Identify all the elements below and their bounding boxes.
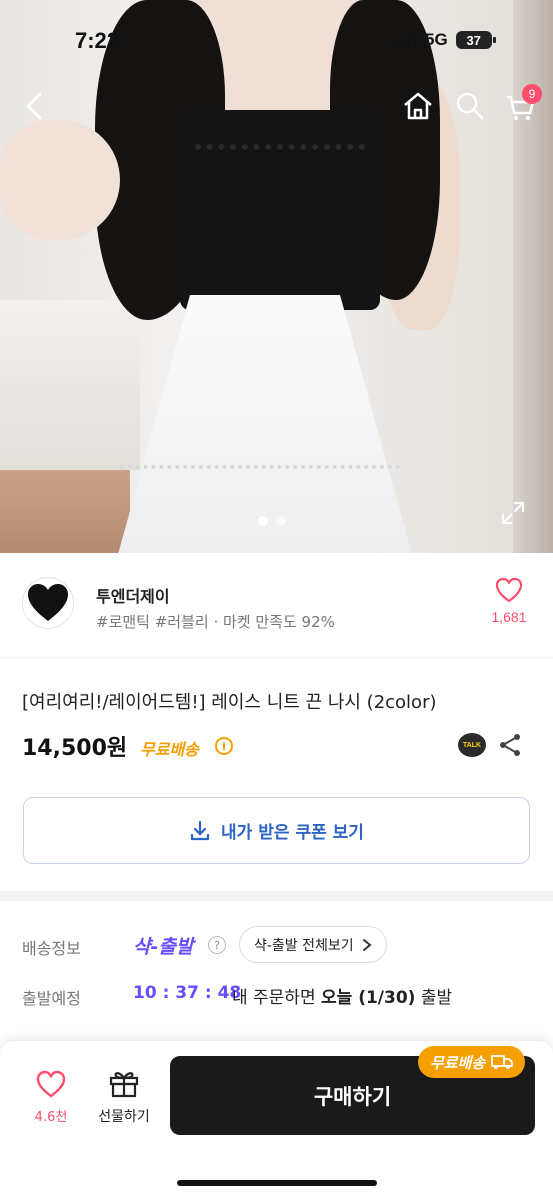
buy-label: 구매하기 [313,1084,392,1109]
section-divider [0,891,553,901]
battery-level: 37 [466,32,481,48]
heart-logo-icon [28,584,68,621]
image-arm [0,120,120,240]
departure-suffix: 출발 [415,988,453,1008]
departure-prefix: 내 주문하면 [232,988,322,1008]
heart-outline-icon [495,577,523,603]
info-icon[interactable]: i [215,737,233,755]
pagination-dot[interactable] [258,516,268,526]
image-ruffle [120,465,400,495]
free-shipping-label: 무료배송 [140,740,199,759]
cart-button[interactable]: 9 [502,84,542,126]
free-shipping-badge-label: 무료배송 [430,1053,486,1072]
heart-outline-icon [36,1070,66,1098]
seller-like-count: 1,681 [491,609,527,625]
truck-icon [491,1055,514,1069]
signal-icon [395,32,417,48]
kakao-talk-button[interactable]: TALK [458,733,486,757]
shipping-label: 배송정보 [22,939,81,958]
product-image[interactable] [0,0,553,553]
image-lace [195,110,365,150]
network-label: 5G [425,30,448,49]
wishlist-count: 4.6천 [34,1110,68,1125]
home-indicator [177,1180,377,1186]
gallery-pagination [258,516,286,526]
cart-count-badge: 9 [522,84,542,104]
product-price: 14,500원 [22,736,128,761]
chevron-left-icon [26,92,42,120]
talk-label: TALK [462,741,482,749]
departure-label: 출발예정 [22,989,81,1008]
pagination-dot[interactable] [276,516,286,526]
seller-logo[interactable] [22,577,74,629]
expand-button[interactable] [500,500,526,530]
battery-icon: 37 [455,31,496,49]
gift-button[interactable]: 선물하기 [90,1068,158,1126]
share-icon [500,734,520,756]
search-button[interactable] [452,88,488,124]
shipping-view-all-label: 샥-출발 전체보기 [254,937,354,954]
coupon-label: 내가 받은 쿠폰 보기 [221,823,364,843]
help-icon[interactable]: ? [208,936,226,954]
share-button[interactable] [498,733,522,761]
back-button[interactable] [16,88,52,124]
chevron-right-icon [362,938,372,951]
wishlist-button[interactable]: 4.6천 [26,1070,76,1125]
status-icons: 5G 37 [395,30,496,50]
departure-day: 오늘 (1/30) [321,988,416,1008]
seller-section[interactable]: 투엔더제이 #로맨틱 #러블리 · 마켓 만족도 92% 1,681 [0,553,553,658]
home-button[interactable] [400,88,436,124]
status-time: 7:22 [75,28,120,53]
shipping-view-all-button[interactable]: 샥-출발 전체보기 [239,926,387,963]
coupon-button[interactable]: 내가 받은 쿠폰 보기 [23,797,530,864]
shipping-brand: 샥-출발 [133,936,194,958]
gift-label: 선물하기 [98,1109,150,1125]
download-icon [190,820,210,840]
image-skirt [115,295,415,553]
search-icon [456,92,484,120]
free-shipping-badge: 무료배송 [418,1046,526,1078]
departure-text: 내 주문하면 오늘 (1/30) 출발 [232,983,452,1008]
seller-like-button[interactable]: 1,681 [486,577,532,625]
product-title: [여리여리!/레이어드템!] 레이스 니트 끈 나시 (2color) [22,692,437,713]
home-icon [404,92,432,120]
expand-icon [501,501,525,525]
image-wall [513,0,553,553]
gift-icon [109,1072,139,1098]
seller-name[interactable]: 투엔더제이 [96,583,170,607]
image-floor [0,470,130,553]
departure-countdown: 10 : 37 : 48 [133,983,242,1003]
seller-tags: #로맨틱 #러블리 · 마켓 만족도 92% [96,613,335,631]
image-curtain [0,300,140,470]
